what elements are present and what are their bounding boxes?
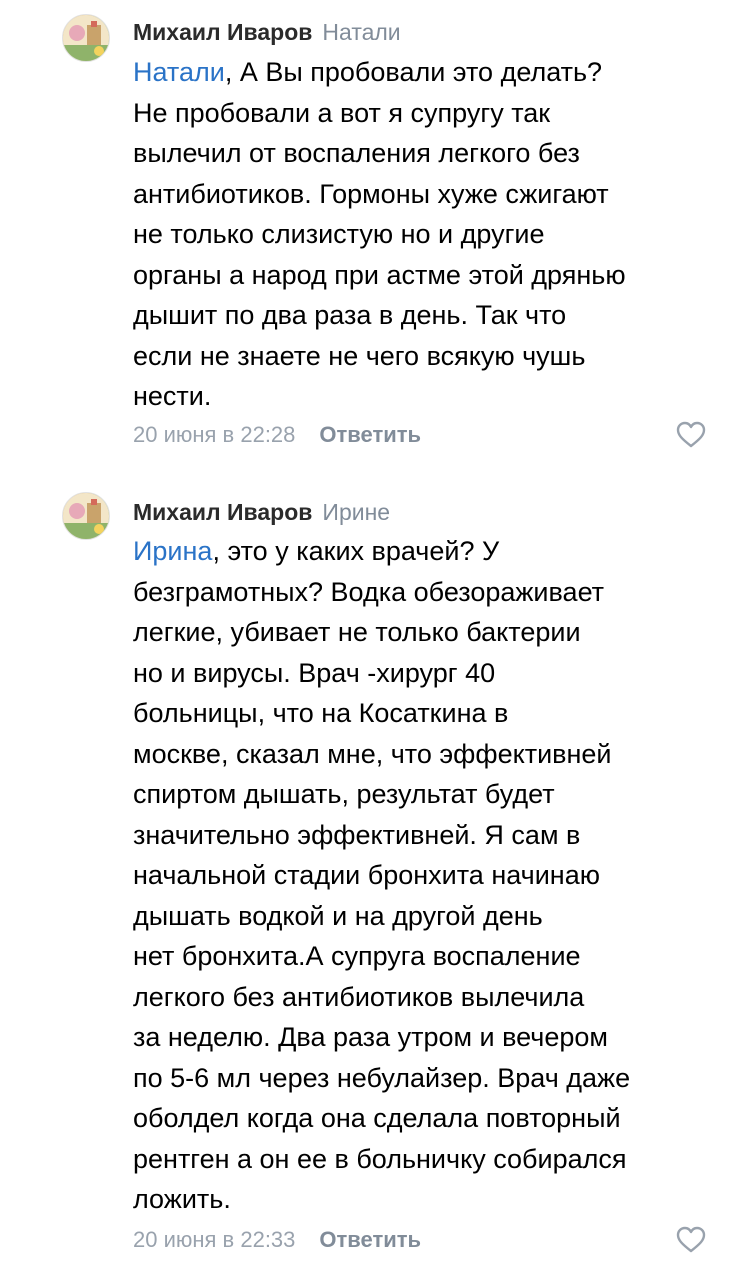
author-name[interactable]: Михаил Иваров: [133, 499, 312, 525]
comment-line: если не знаете не чего всякую чушь: [133, 340, 586, 371]
comment-meta: 20 июня в 22:33 Ответить: [133, 1226, 421, 1254]
heart-outline-icon[interactable]: [676, 1226, 706, 1254]
heart-outline-icon[interactable]: [676, 421, 706, 449]
comment-text: Натали, А Вы пробовали это делать? Не пр…: [133, 52, 713, 417]
comment-line: вылечил от воспаления легкого без: [133, 138, 580, 168]
reply-button[interactable]: Ответить: [319, 1227, 421, 1252]
comment-line: значительно эффективней. Я сам в: [133, 819, 581, 850]
comment-line: Ирина, это у каких врачей? У: [133, 531, 713, 572]
comment-line: органы а народ при астме этой дрянью: [133, 259, 626, 290]
comment-text: Ирина, это у каких врачей? У безграмотны…: [133, 531, 713, 1220]
comment-line: нести.: [133, 381, 212, 411]
comment-line: спиртом дышать, результат будет: [133, 779, 555, 809]
reply-to-name[interactable]: Натали: [322, 19, 400, 45]
comment-line: нет бронхита.А супруга воспаление: [133, 941, 581, 971]
comment-line: по 5-6 мл через небулайзер. Врач даже: [133, 1062, 631, 1093]
comment-line-text: , А Вы пробовали это делать?: [224, 57, 603, 87]
comment-line: Натали, А Вы пробовали это делать?: [133, 52, 713, 93]
comment-line: но и вирусы. Врач -хирург 40: [133, 657, 496, 688]
comment-line: рентген а он ее в больничку собирался: [133, 1143, 627, 1174]
comment-line: легкие, убивает не только бактерии: [133, 617, 581, 647]
comment-meta: 20 июня в 22:28 Ответить: [133, 421, 421, 449]
comment-line: больницы, что на Косаткина в: [133, 698, 509, 728]
comment-line: не только слизистую но и другие: [133, 219, 545, 249]
reply-to-name[interactable]: Ирине: [322, 499, 390, 525]
mention-link[interactable]: Натали: [133, 57, 225, 87]
comment-line: ложить.: [133, 1184, 231, 1214]
comment-line: оболдел когда она сделала повторный: [133, 1103, 621, 1133]
comment-line: безграмотных? Водка обезораживает: [133, 576, 605, 607]
avatar[interactable]: [62, 14, 110, 62]
comment-line-text: , это у каких врачей? У: [212, 536, 500, 566]
comment-header: Михаил Иваров Ирине: [133, 498, 390, 526]
comment-line: дышит по два раза в день. Так что: [133, 300, 567, 330]
comment-date[interactable]: 20 июня в 22:33: [133, 1227, 295, 1252]
mention-link[interactable]: Ирина: [133, 536, 212, 566]
author-name[interactable]: Михаил Иваров: [133, 19, 312, 45]
comment-line: дышать водкой и на другой день: [133, 900, 543, 931]
comment-line: легкого без антибиотиков вылечила: [133, 981, 585, 1012]
comment-line: начальной стадии бронхита начинаю: [133, 860, 600, 890]
comment-line: москве, сказал мне, что эффективней: [133, 738, 612, 769]
comment-line: антибиотиков. Гормоны хуже сжигают: [133, 178, 609, 209]
comment-header: Михаил Иваров Натали: [133, 18, 401, 46]
avatar[interactable]: [62, 492, 110, 540]
comment-line: Не пробовали а вот я супругу так: [133, 97, 551, 128]
comment-date[interactable]: 20 июня в 22:28: [133, 422, 295, 447]
reply-button[interactable]: Ответить: [319, 422, 421, 447]
comment-line: за неделю. Два раза утром и вечером: [133, 1022, 608, 1052]
